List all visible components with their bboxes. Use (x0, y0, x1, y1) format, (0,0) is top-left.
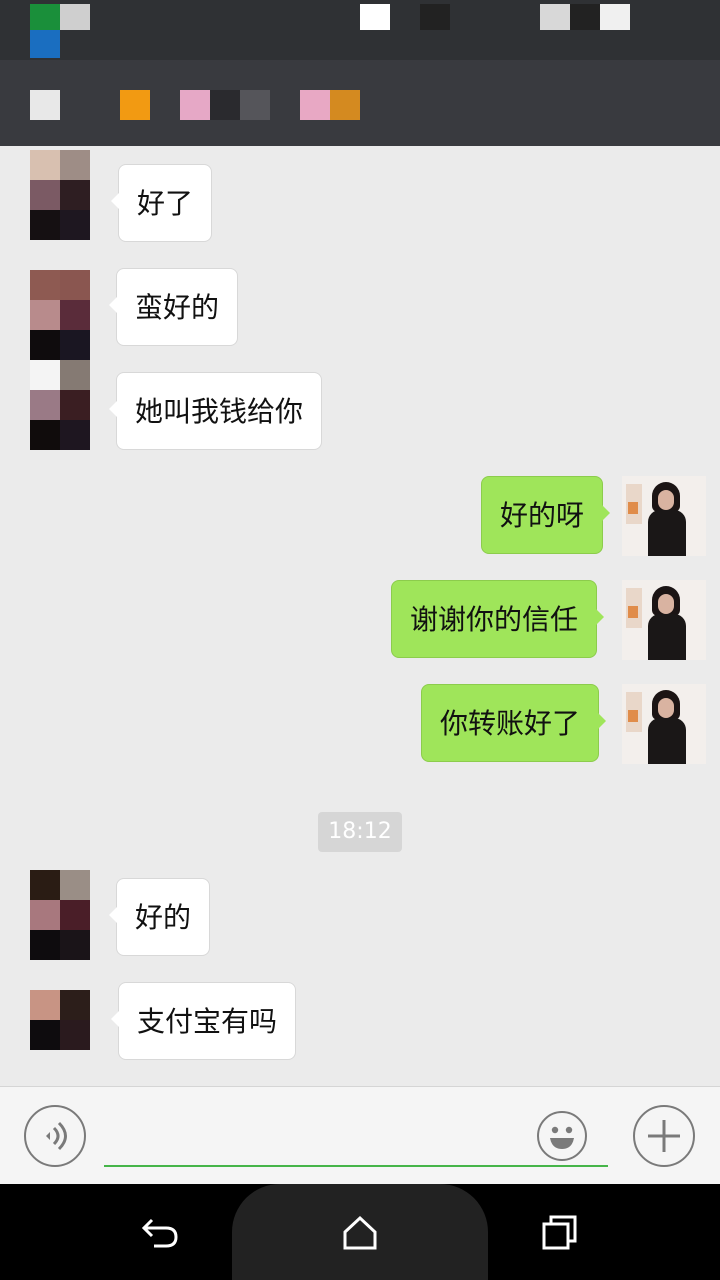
avatar[interactable] (30, 870, 90, 960)
back-nav-icon[interactable] (30, 90, 60, 120)
voice-button[interactable] (24, 1105, 86, 1167)
message-bubble[interactable]: 谢谢你的信任 (391, 580, 605, 658)
title-bar (0, 60, 720, 146)
avatar[interactable] (622, 476, 706, 556)
status-bar (0, 0, 720, 60)
voice-icon (46, 1121, 67, 1151)
message-bubble[interactable]: 她叫我钱给你 (108, 372, 323, 450)
emoji-button[interactable] (537, 1111, 587, 1161)
status-icon (570, 4, 600, 30)
recents-button[interactable] (534, 1206, 586, 1258)
status-icon (30, 30, 60, 58)
status-icon (420, 4, 450, 30)
back-icon (141, 1218, 178, 1248)
avatar[interactable] (622, 684, 706, 764)
chat-title (180, 90, 210, 120)
home-icon (343, 1215, 377, 1250)
message-bubble[interactable]: 蛮好的 (108, 268, 239, 346)
chat-title (210, 90, 240, 120)
status-icon (60, 4, 90, 30)
avatar[interactable] (30, 150, 90, 240)
home-button[interactable] (334, 1206, 386, 1258)
message-bubble[interactable]: 好的 (108, 878, 211, 956)
message-bubble[interactable]: 好了 (110, 164, 213, 242)
chat-title (330, 90, 360, 120)
emoji-icon (550, 1126, 574, 1149)
message-bubble[interactable]: 支付宝有吗 (110, 982, 297, 1060)
message-bubble[interactable]: 好的呀 (481, 476, 611, 554)
avatar[interactable] (30, 270, 90, 360)
navigation-bar (0, 1184, 720, 1280)
status-icon (600, 4, 630, 30)
message-input[interactable] (104, 1107, 608, 1167)
recents-icon (542, 1215, 577, 1250)
status-icon (360, 4, 390, 30)
avatar[interactable] (30, 360, 90, 450)
chat-area[interactable]: 好了 蛮好的 她叫我钱给你 好的呀 谢谢你的信任 你转账好了 18:12 好的 (0, 146, 720, 1086)
avatar[interactable] (30, 990, 90, 1050)
chat-title (240, 90, 270, 120)
plus-button[interactable] (633, 1105, 695, 1167)
plus-icon (648, 1120, 680, 1152)
status-icon (540, 4, 570, 30)
status-icon (30, 4, 60, 30)
timestamp: 18:12 (318, 812, 402, 852)
input-bar (0, 1086, 720, 1185)
avatar[interactable] (622, 580, 706, 660)
chat-title (300, 90, 330, 120)
message-bubble[interactable]: 你转账好了 (421, 684, 607, 762)
chat-title (120, 90, 150, 120)
back-button[interactable] (134, 1206, 186, 1258)
